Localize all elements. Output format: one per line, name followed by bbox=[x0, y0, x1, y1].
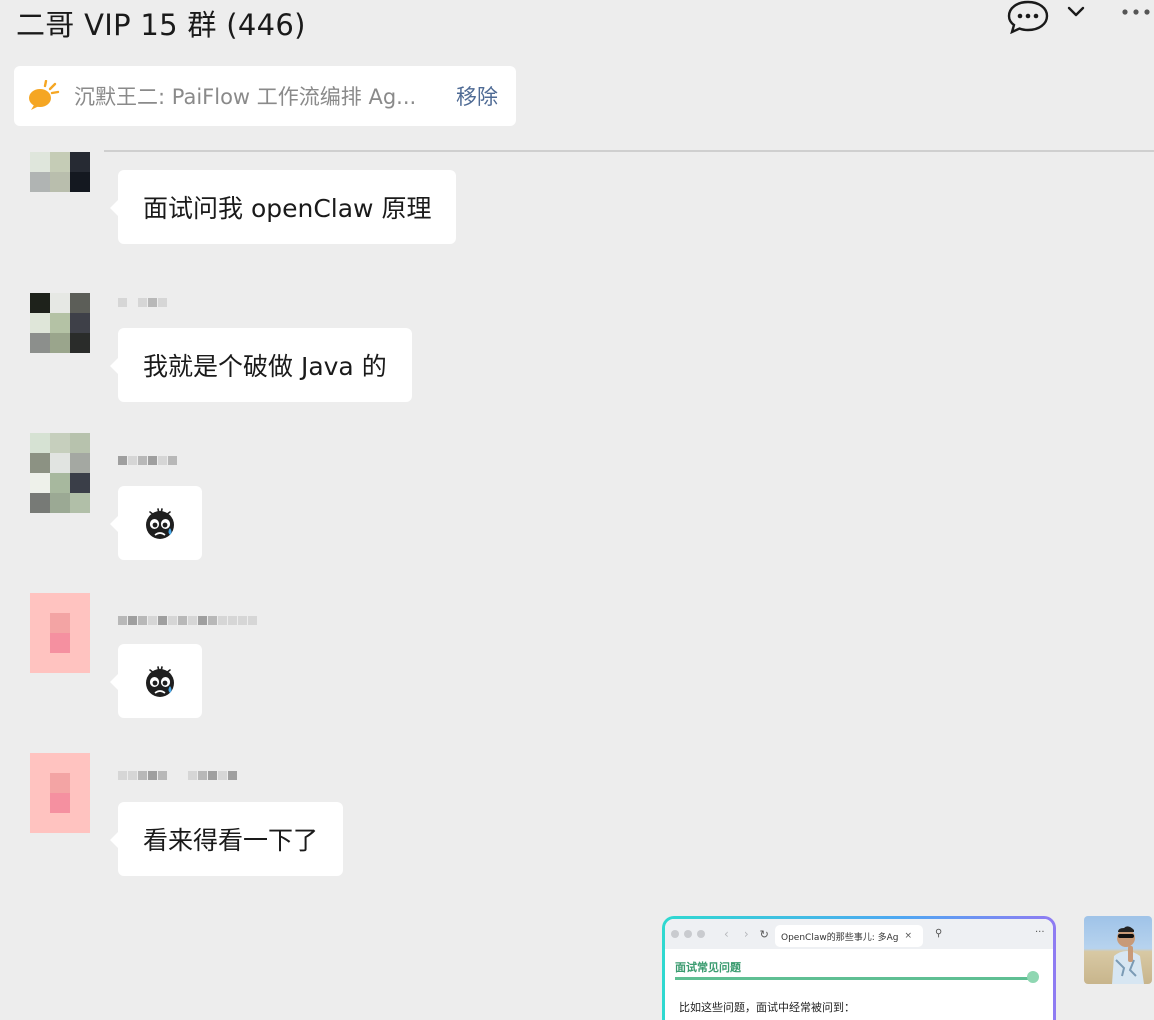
pinned-message-text: 沉默王二: PaiFlow 工作流编排 Ag... bbox=[74, 85, 417, 109]
avatar[interactable] bbox=[30, 293, 90, 353]
message-bubble[interactable] bbox=[110, 486, 202, 560]
chevron-down-icon[interactable] bbox=[1066, 4, 1086, 20]
more-horizontal-icon[interactable] bbox=[1120, 6, 1154, 18]
crying-sticker-icon bbox=[146, 666, 174, 697]
pinned-message-bar[interactable]: 沉默王二: PaiFlow 工作流编排 Ag... 移除 bbox=[14, 66, 516, 126]
back-icon: ‹ bbox=[724, 927, 729, 941]
person-photo bbox=[1112, 926, 1144, 984]
forward-icon: › bbox=[743, 927, 749, 941]
avatar[interactable] bbox=[30, 753, 90, 833]
message-bubble[interactable] bbox=[110, 644, 202, 718]
progress-knob bbox=[1027, 971, 1039, 983]
chat-bubble-icon[interactable] bbox=[1006, 0, 1050, 34]
close-icon: × bbox=[904, 931, 913, 941]
chat-title: 二哥 VIP 15 群 (446) bbox=[16, 8, 306, 42]
avatar[interactable] bbox=[30, 593, 90, 673]
image-message[interactable]: ‹ › ↻ OpenClaw的那些事儿: 多Ag × ⚲ ··· 面试常见问题 … bbox=[662, 916, 1056, 1020]
message-bubble[interactable]: 面试问我 openClaw 原理 bbox=[109, 170, 457, 244]
avatar[interactable] bbox=[30, 152, 90, 192]
page-text: 比如这些问题，面试中经常被问到： bbox=[679, 1001, 855, 1014]
sender-name-blurred bbox=[118, 606, 257, 634]
sender-name-blurred bbox=[118, 288, 167, 316]
heading-underline bbox=[675, 977, 1037, 980]
unread-divider bbox=[104, 150, 1154, 152]
page-heading: 面试常见问题 bbox=[675, 961, 741, 974]
crying-sticker-icon bbox=[146, 508, 174, 539]
message-bubble[interactable]: 我就是个破做 Java 的 bbox=[110, 328, 412, 402]
search-icon: ⚲ bbox=[935, 928, 943, 939]
more-horizontal-icon: ··· bbox=[1035, 927, 1045, 938]
megaphone-icon bbox=[29, 80, 60, 110]
avatar[interactable] bbox=[30, 433, 90, 513]
reload-icon: ↻ bbox=[759, 927, 769, 941]
sender-name-blurred bbox=[118, 761, 237, 789]
sender-name-blurred bbox=[118, 446, 177, 474]
browser-tab: OpenClaw的那些事儿: 多Ag × bbox=[775, 925, 923, 947]
self-avatar[interactable] bbox=[1084, 916, 1152, 984]
remove-pin-button[interactable]: 移除 bbox=[456, 81, 498, 111]
message-bubble[interactable]: 看来得看一下了 bbox=[109, 802, 344, 876]
